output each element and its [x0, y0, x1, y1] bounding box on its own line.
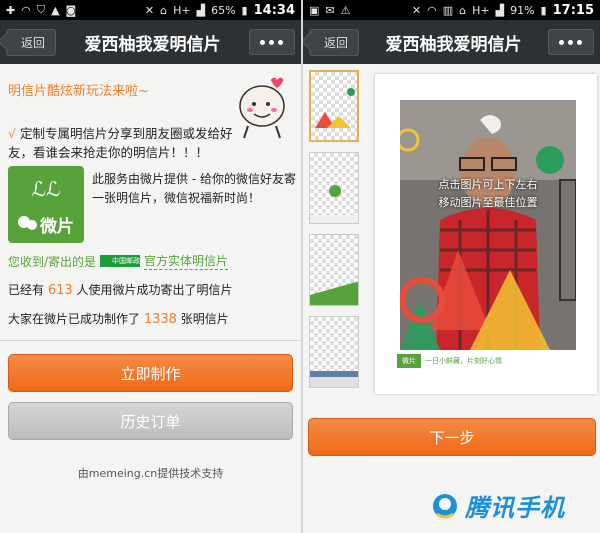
template-list — [307, 70, 361, 390]
more-menu-button[interactable] — [248, 29, 295, 55]
receive-prefix: 您收到/寄出的是 — [8, 254, 97, 269]
watermark: 腾讯手机 — [431, 488, 565, 523]
mail-icon: ✉ — [325, 3, 335, 17]
signal-icon: ▟ — [196, 3, 206, 17]
add-icon: ✚ — [6, 3, 16, 17]
postcard-photo[interactable]: 点击图片可上下左右 移动图片至最佳位置 — [400, 100, 576, 350]
back-button[interactable]: 返回 — [309, 28, 360, 56]
postcard-footer-text: 一日小鲜藏，片刻好心情 — [425, 357, 502, 365]
dot-icon — [577, 39, 583, 45]
vibrate-icon: ▥ — [442, 3, 454, 17]
back-button[interactable]: 返回 — [6, 28, 57, 56]
wifi-icon: ◠ — [427, 3, 437, 17]
signal-icon: ▟ — [495, 3, 505, 17]
shield-icon: ⛉ — [36, 3, 46, 16]
description-text: √ 定制专属明信片分享到朋友圈或发给好友，看谁会来抢走你的明信片！！！ — [8, 124, 234, 162]
battery-icon: ▮ — [241, 3, 248, 17]
more-menu-button[interactable] — [547, 29, 594, 55]
network-label: H+ — [472, 3, 490, 17]
network-label: H+ — [173, 3, 191, 17]
move-hint-line2: 移动图片至最佳位置 — [438, 196, 538, 209]
watermark-text: 腾讯手机 — [465, 494, 565, 522]
service-text: 此服务由微片提供 - 给你的微信好友寄一张明信片，微信祝福新时尚！ — [92, 172, 296, 205]
china-post-logo: 中国邮政 — [100, 255, 141, 267]
mini-logo: 微片 — [397, 354, 421, 368]
stat-text: 已经有 — [8, 283, 45, 297]
template-thumbnail[interactable] — [309, 152, 359, 224]
dot-icon — [278, 39, 284, 45]
home-icon: ⌂ — [459, 3, 467, 17]
left-screen: ✚ ◠ ⛉ ▲ ◙ ✕ ⌂ H+ ▟ 65% ▮ 14:34 返回 爱西柚我爱明… — [0, 0, 301, 533]
order-history-button[interactable]: 历史订单 — [8, 402, 293, 440]
sent-count-line: 已经有 613 人使用微片成功寄出了明信片 — [8, 281, 233, 298]
template-art — [310, 281, 358, 305]
page-title: 爱西柚我爱明信片 — [385, 34, 522, 55]
battery-percent: 65% — [211, 3, 236, 17]
description-body: 定制专属明信片分享到朋友圈或发给好友，看谁会来抢走你的明信片！！！ — [8, 126, 233, 160]
app-icon: ◙ — [65, 3, 77, 17]
china-post-label: 中国邮政 — [112, 257, 141, 265]
alert-icon: ⚠ — [340, 3, 351, 17]
clock: 14:34 — [253, 2, 295, 18]
nav-bar: 返回 爱西柚我爱明信片 — [303, 20, 600, 64]
official-postcard-link[interactable]: 官方实体明信片 — [144, 252, 229, 270]
template-thumbnail[interactable] — [309, 234, 359, 306]
right-screen: ▣ ✉ ⚠ ✕ ◠ ▥ ⌂ H+ ▟ 91% ▮ 17:15 返回 爱西柚我爱明… — [303, 0, 600, 533]
dot-icon — [559, 39, 565, 45]
made-count: 1338 — [143, 312, 177, 327]
promo-title: 明信片酷炫新玩法来啦~ — [8, 84, 149, 99]
stat-text: 张明信片 — [180, 312, 229, 326]
notification-icon: ▲ — [51, 3, 60, 17]
dot-icon — [568, 39, 574, 45]
create-now-button[interactable]: 立即制作 — [8, 354, 293, 392]
receive-line: 您收到/寄出的是 中国邮政 官方实体明信片 — [8, 252, 229, 270]
page-title: 爱西柚我爱明信片 — [84, 34, 221, 55]
dot-icon — [260, 39, 266, 45]
template-thumbnail[interactable] — [309, 70, 359, 142]
svg-text:ℒℒ: ℒℒ — [32, 177, 61, 201]
template-art — [310, 185, 358, 223]
image-icon: ▣ — [309, 3, 320, 17]
home-icon: ⌂ — [160, 3, 168, 17]
next-step-button[interactable]: 下一步 — [308, 418, 596, 456]
tencent-icon — [433, 493, 457, 518]
dot-icon — [269, 39, 275, 45]
move-hint-line1: 点击图片可上下左右 — [438, 178, 538, 191]
mute-icon: ✕ — [411, 3, 422, 17]
tech-support-text: 由memeing.cn提供技术支持 — [77, 467, 224, 480]
template-art — [310, 371, 358, 387]
sent-count: 613 — [47, 283, 73, 298]
wifi-icon: ◠ — [21, 3, 31, 17]
check-icon: √ — [8, 126, 16, 141]
template-thumbnail[interactable] — [309, 316, 359, 388]
postcard-editor: 点击图片可上下左右 移动图片至最佳位置 微片 一日小鲜藏，片刻好心情 — [375, 74, 597, 394]
weipian-logo: ℒℒ 微片 — [8, 166, 84, 243]
logo-text: 微片 — [40, 217, 74, 237]
photo-art — [400, 100, 576, 350]
made-count-line: 大家在微片已成功制作了 1338 张明信片 — [8, 310, 229, 327]
postcard-footer: 微片 一日小鲜藏，片刻好心情 — [397, 354, 502, 368]
status-bar: ▣ ✉ ⚠ ✕ ◠ ▥ ⌂ H+ ▟ 91% ▮ 17:15 — [303, 0, 600, 20]
mascot-illustration — [239, 77, 285, 139]
stat-text: 大家在微片已成功制作了 — [8, 312, 141, 326]
nav-bar: 返回 爱西柚我爱明信片 — [0, 20, 301, 64]
mute-icon: ✕ — [144, 3, 155, 17]
clock: 17:15 — [552, 2, 594, 18]
battery-percent: 91% — [510, 3, 535, 17]
stat-text: 人使用微片成功寄出了明信片 — [76, 283, 233, 297]
status-bar: ✚ ◠ ⛉ ▲ ◙ ✕ ⌂ H+ ▟ 65% ▮ 14:34 — [0, 0, 301, 20]
template-art — [315, 88, 355, 128]
divider — [0, 340, 301, 341]
battery-icon: ▮ — [540, 3, 547, 17]
